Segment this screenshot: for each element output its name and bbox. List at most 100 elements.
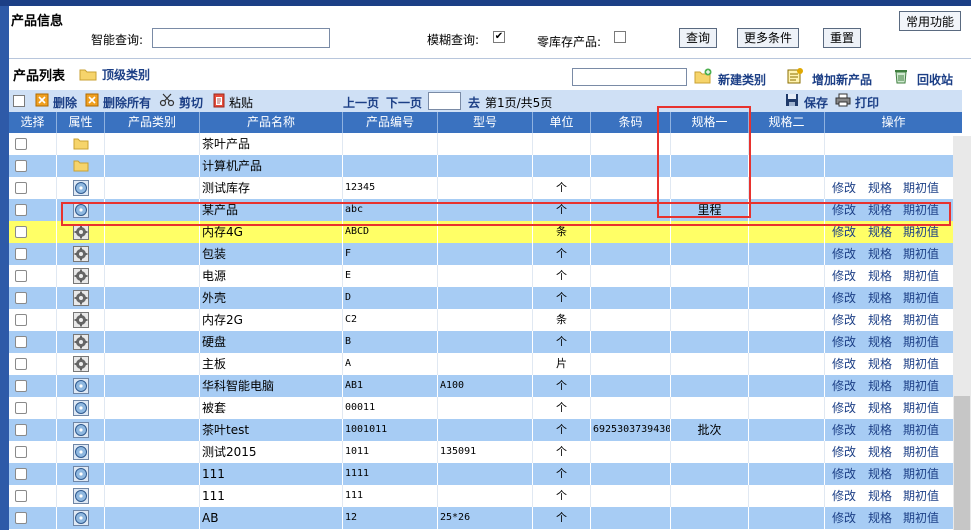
- print-icon[interactable]: [835, 93, 851, 110]
- edit-link[interactable]: 修改: [832, 243, 856, 265]
- spec-link[interactable]: 规格: [868, 419, 892, 441]
- spec-link[interactable]: 规格: [868, 309, 892, 331]
- edit-link[interactable]: 修改: [832, 463, 856, 485]
- initial-value-link[interactable]: 期初值: [903, 441, 939, 463]
- edit-link[interactable]: 修改: [832, 287, 856, 309]
- row-checkbox[interactable]: [15, 226, 27, 238]
- row-checkbox[interactable]: [15, 468, 27, 480]
- delete-all-icon[interactable]: [85, 93, 99, 110]
- paste-icon[interactable]: [213, 93, 225, 111]
- scissors-icon[interactable]: [159, 93, 175, 110]
- row-checkbox[interactable]: [15, 402, 27, 414]
- row-checkbox[interactable]: [15, 512, 27, 524]
- page-number-input[interactable]: [428, 92, 461, 110]
- header-product-name[interactable]: 产品名称: [200, 112, 343, 133]
- spec-link[interactable]: 规格: [868, 177, 892, 199]
- paste-link[interactable]: 粘贴: [229, 94, 253, 111]
- table-row[interactable]: 华科智能电脑 AB1 A100 个 修改 规格 期初值: [9, 375, 962, 397]
- initial-value-link[interactable]: 期初值: [903, 177, 939, 199]
- delete-all-link[interactable]: 删除所有: [103, 94, 151, 111]
- row-checkbox[interactable]: [15, 248, 27, 260]
- more-conditions-button[interactable]: 更多条件: [737, 28, 800, 48]
- row-checkbox[interactable]: [15, 336, 27, 348]
- recycle-bin-link[interactable]: 回收站: [917, 71, 953, 88]
- initial-value-link[interactable]: 期初值: [903, 309, 939, 331]
- initial-value-link[interactable]: 期初值: [903, 265, 939, 287]
- initial-value-link[interactable]: 期初值: [903, 463, 939, 485]
- initial-value-link[interactable]: 期初值: [903, 375, 939, 397]
- add-product-icon[interactable]: [786, 68, 804, 87]
- delete-link[interactable]: 删除: [53, 94, 77, 111]
- spec-link[interactable]: 规格: [868, 353, 892, 375]
- header-model[interactable]: 型号: [438, 112, 533, 133]
- spec-link[interactable]: 规格: [868, 397, 892, 419]
- header-spec2[interactable]: 规格二: [749, 112, 825, 133]
- spec-link[interactable]: 规格: [868, 243, 892, 265]
- recycle-bin-icon[interactable]: [892, 68, 910, 87]
- header-product-code[interactable]: 产品编号: [343, 112, 438, 133]
- next-page-link[interactable]: 下一页: [386, 94, 422, 111]
- edit-link[interactable]: 修改: [832, 441, 856, 463]
- spec-link[interactable]: 规格: [868, 265, 892, 287]
- table-row[interactable]: 测试库存 12345 个 修改 规格 期初值: [9, 177, 962, 199]
- edit-link[interactable]: 修改: [832, 309, 856, 331]
- table-row[interactable]: 111 1111 个 修改 规格 期初值: [9, 463, 962, 485]
- row-checkbox[interactable]: [15, 182, 27, 194]
- initial-value-link[interactable]: 期初值: [903, 287, 939, 309]
- edit-link[interactable]: 修改: [832, 507, 856, 529]
- table-row[interactable]: 外壳 D 个 修改 规格 期初值: [9, 287, 962, 309]
- table-row[interactable]: 茶叶test 1001011 个 6925303739430 批次 修改 规格 期初值: [9, 419, 962, 441]
- table-row[interactable]: 内存2G C2 条 修改 规格 期初值: [9, 309, 962, 331]
- initial-value-link[interactable]: 期初值: [903, 507, 939, 529]
- add-new-product-link[interactable]: 增加新产品: [812, 71, 872, 88]
- row-checkbox[interactable]: [15, 314, 27, 326]
- table-row[interactable]: 硬盘 B 个 修改 规格 期初值: [9, 331, 962, 353]
- table-row[interactable]: 电源 E 个 修改 规格 期初值: [9, 265, 962, 287]
- edit-link[interactable]: 修改: [832, 485, 856, 507]
- row-checkbox[interactable]: [15, 380, 27, 392]
- initial-value-link[interactable]: 期初值: [903, 419, 939, 441]
- new-category-link[interactable]: 新建类别: [718, 71, 766, 88]
- table-row[interactable]: 主板 A 片 修改 规格 期初值: [9, 353, 962, 375]
- reset-button[interactable]: 重置: [823, 28, 862, 48]
- spec-link[interactable]: 规格: [868, 331, 892, 353]
- row-checkbox[interactable]: [15, 446, 27, 458]
- table-row[interactable]: 计算机产品: [9, 155, 962, 177]
- go-to-label[interactable]: 去: [468, 94, 480, 111]
- top-category-link[interactable]: 顶级类别: [102, 66, 150, 83]
- spec-link[interactable]: 规格: [868, 463, 892, 485]
- initial-value-link[interactable]: 期初值: [903, 243, 939, 265]
- edit-link[interactable]: 修改: [832, 331, 856, 353]
- spec-link[interactable]: 规格: [868, 485, 892, 507]
- row-checkbox[interactable]: [15, 292, 27, 304]
- table-row[interactable]: 111 111 个 修改 规格 期初值: [9, 485, 962, 507]
- scrollbar-thumb[interactable]: [954, 396, 970, 530]
- spec-link[interactable]: 规格: [868, 507, 892, 529]
- edit-link[interactable]: 修改: [832, 419, 856, 441]
- row-checkbox[interactable]: [15, 204, 27, 216]
- save-icon[interactable]: [785, 93, 799, 110]
- edit-link[interactable]: 修改: [832, 397, 856, 419]
- row-checkbox[interactable]: [15, 358, 27, 370]
- select-all-checkbox[interactable]: [13, 95, 25, 107]
- cut-link[interactable]: 剪切: [179, 94, 203, 111]
- row-checkbox[interactable]: [15, 490, 27, 502]
- new-folder-icon[interactable]: [694, 68, 712, 87]
- edit-link[interactable]: 修改: [832, 353, 856, 375]
- delete-icon[interactable]: [35, 93, 49, 110]
- table-row[interactable]: 被套 00011 个 修改 规格 期初值: [9, 397, 962, 419]
- row-checkbox[interactable]: [15, 138, 27, 150]
- save-link[interactable]: 保存: [804, 94, 828, 111]
- row-checkbox[interactable]: [15, 270, 27, 282]
- prev-page-link[interactable]: 上一页: [343, 94, 379, 111]
- row-checkbox[interactable]: [15, 160, 27, 172]
- query-button[interactable]: 查询: [679, 28, 718, 48]
- edit-link[interactable]: 修改: [832, 177, 856, 199]
- table-row[interactable]: 包装 F 个 修改 规格 期初值: [9, 243, 962, 265]
- spec-link[interactable]: 规格: [868, 287, 892, 309]
- edit-link[interactable]: 修改: [832, 375, 856, 397]
- common-functions-button[interactable]: 常用功能: [898, 11, 961, 31]
- initial-value-link[interactable]: 期初值: [903, 353, 939, 375]
- print-link[interactable]: 打印: [855, 94, 879, 111]
- initial-value-link[interactable]: 期初值: [903, 397, 939, 419]
